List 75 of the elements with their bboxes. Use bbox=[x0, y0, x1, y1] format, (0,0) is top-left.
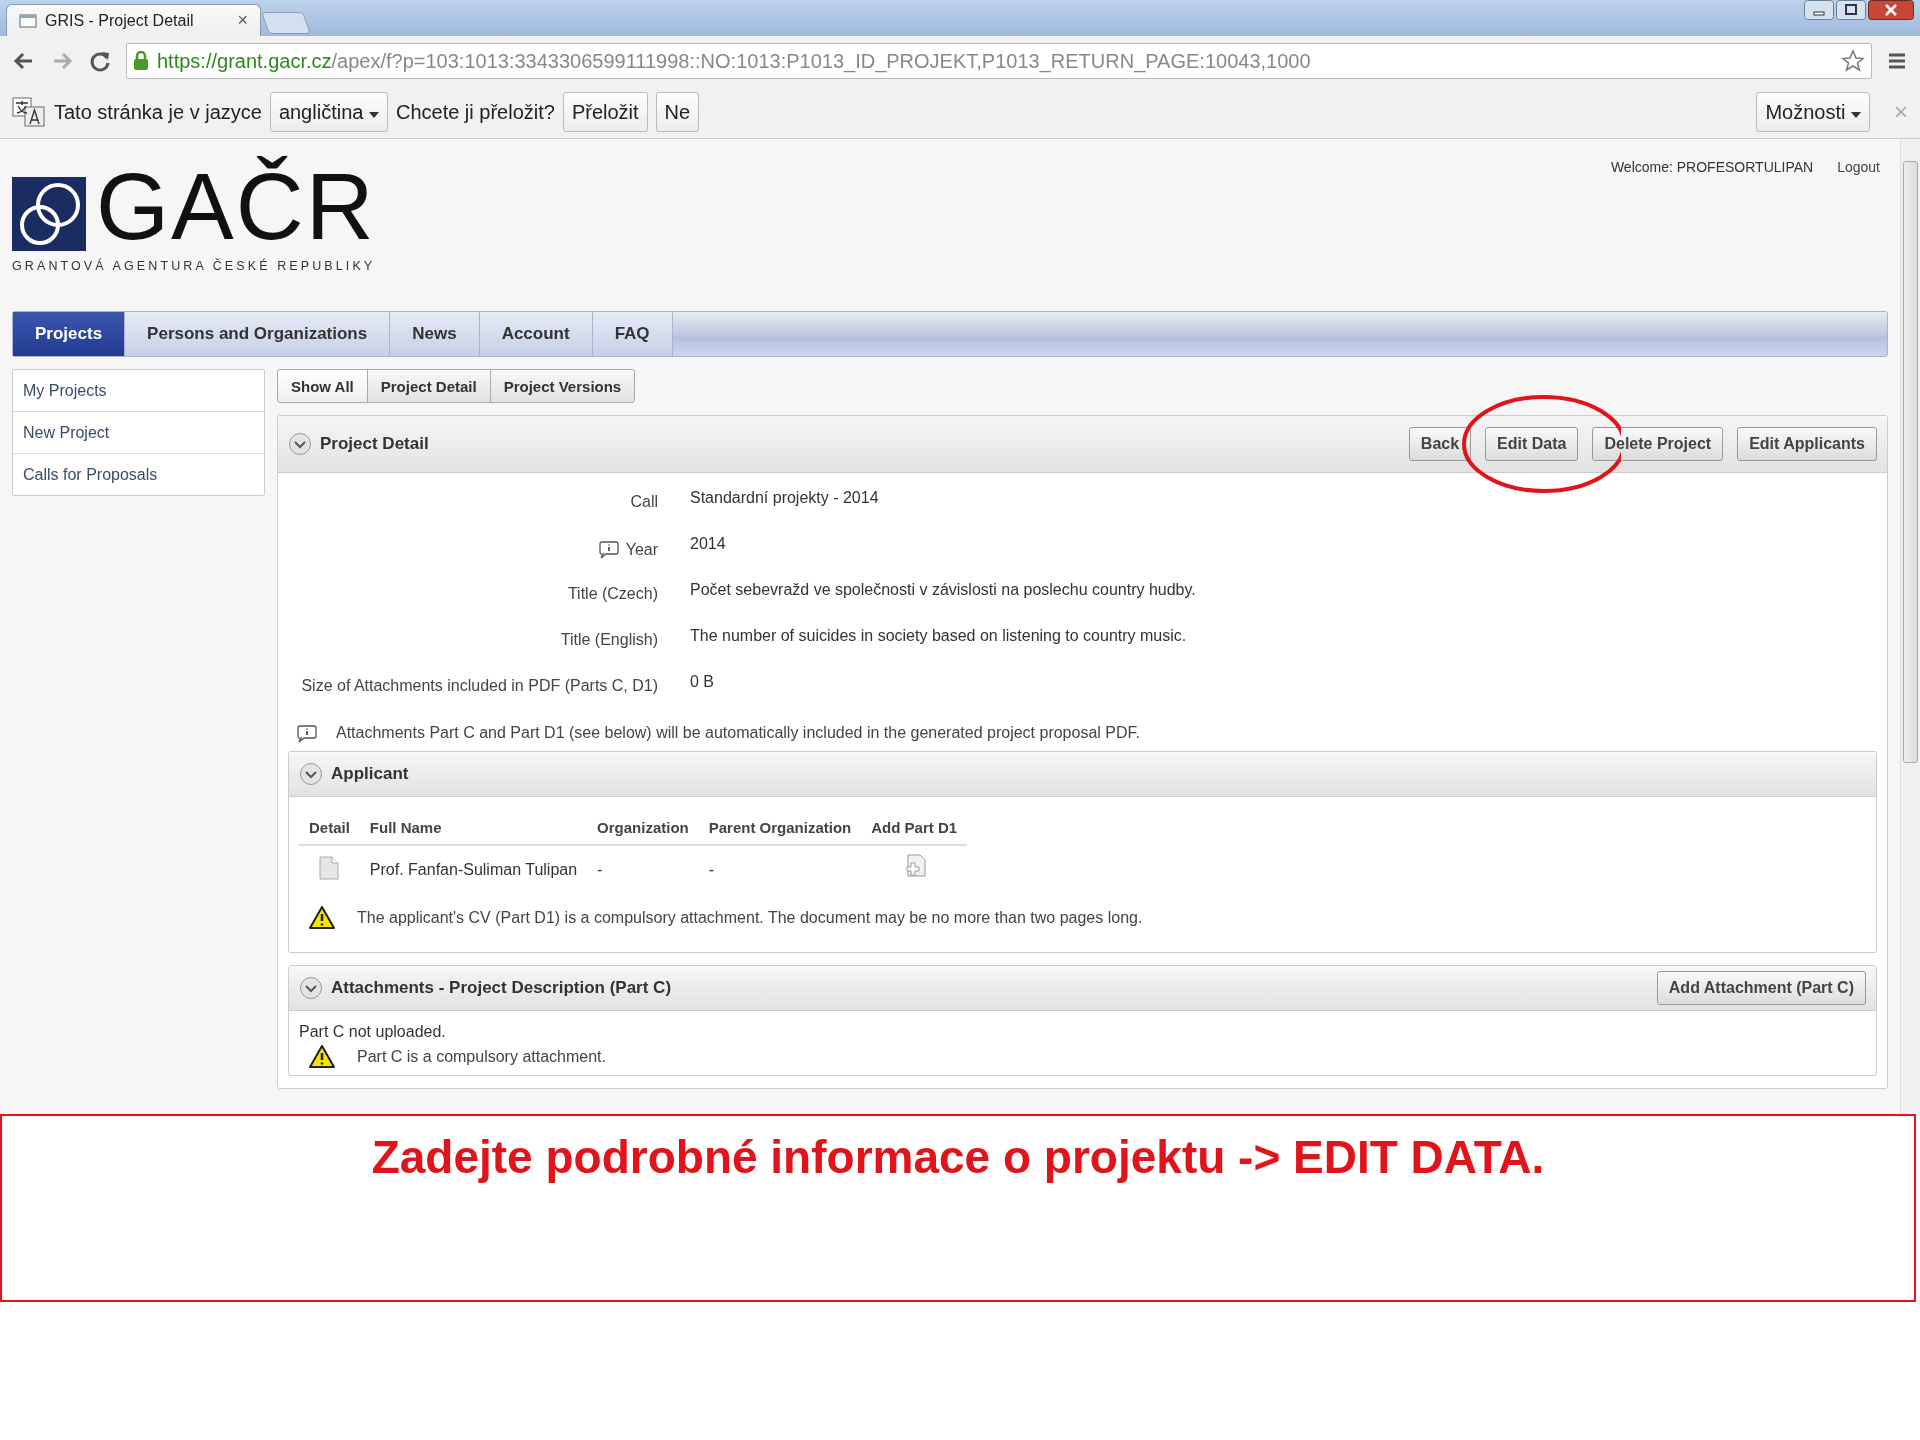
table-cell: - bbox=[587, 845, 699, 894]
field-value: Standardní projekty - 2014 bbox=[690, 488, 879, 507]
language-dropdown[interactable]: angličtina bbox=[269, 92, 388, 132]
field-label: Call bbox=[630, 493, 658, 511]
padlock-icon bbox=[133, 51, 149, 71]
action-button[interactable]: Delete Project bbox=[1592, 427, 1724, 461]
table-cell: - bbox=[698, 845, 862, 894]
url-text: https://grant.gacr.cz/apex/f?p=103:1013:3343306599111998::NO:1013:P1013_ID_PROJEKT,P1013_RETURN_PAGE:10043,1000 bbox=[157, 49, 1312, 73]
page-icon bbox=[19, 13, 37, 28]
nav-tab[interactable]: Persons and Organizations bbox=[125, 312, 391, 356]
action-button[interactable]: Back bbox=[1408, 427, 1472, 461]
field-value: 2014 bbox=[690, 534, 726, 553]
browser-tab[interactable]: GRIS - Project Detail × bbox=[6, 4, 261, 36]
action-button[interactable]: Edit Applicants bbox=[1737, 427, 1877, 461]
field-label: Year bbox=[625, 541, 658, 559]
nav-tab[interactable]: Account bbox=[479, 312, 593, 356]
sub-tab[interactable]: Show All bbox=[277, 369, 368, 403]
field-value: 0 B bbox=[690, 672, 714, 691]
translate-question: Chcete ji přeložit? bbox=[395, 100, 555, 124]
nav-tab[interactable]: Projects bbox=[13, 312, 126, 356]
warning-text: The applicant's CV (Part D1) is a compulsory attachment. The document may be no more than two pages long. bbox=[357, 909, 1143, 927]
maximize-icon[interactable] bbox=[1836, 0, 1866, 20]
panel-title: Project Detail bbox=[320, 434, 429, 454]
status-text: Part C not uploaded. bbox=[299, 1023, 446, 1040]
caret-icon bbox=[1851, 110, 1861, 119]
warning-text: Part C is a compulsory attachment. bbox=[357, 1048, 606, 1066]
info-icon bbox=[296, 723, 318, 743]
field-value: The number of suicides in society based on listening to country music. bbox=[690, 626, 1187, 645]
field-label: Size of Attachments included in PDF (Parts C, D1) bbox=[301, 677, 658, 695]
sub-tab[interactable]: Project Detail bbox=[366, 369, 491, 403]
options-dropdown[interactable]: Možnosti bbox=[1756, 92, 1870, 132]
table-cell: Prof. Fanfan-Suliman Tulipan bbox=[359, 845, 588, 894]
star-icon[interactable] bbox=[1841, 49, 1865, 73]
info-icon[interactable] bbox=[597, 539, 620, 559]
address-field[interactable]: https://grant.gacr.cz/apex/f?p=103:1013:3343306599111998::NO:1013:P1013_ID_PROJEKT,P1013_RETURN_PAGE:10043,1000 bbox=[126, 43, 1872, 79]
warning-icon bbox=[309, 906, 335, 930]
panel-title: Applicant bbox=[331, 764, 409, 784]
column-header: Full Name bbox=[359, 811, 588, 845]
column-header: Add Part D1 bbox=[861, 811, 968, 845]
collapse-icon[interactable] bbox=[299, 762, 323, 786]
column-header: Organization bbox=[587, 811, 699, 845]
translate-bar-button[interactable]: Ne bbox=[655, 92, 700, 132]
sidebar-link[interactable]: Calls for Proposals bbox=[13, 454, 264, 495]
translate-message: Tato stránka je v jazyce bbox=[54, 100, 262, 124]
close-window-icon[interactable] bbox=[1868, 0, 1914, 20]
scroll-thumb[interactable] bbox=[1903, 161, 1918, 763]
field-value: Počet sebevražd ve společnosti v závislosti na poslechu country hudby. bbox=[690, 580, 1196, 599]
welcome-text: Welcome: PROFESORTULIPAN bbox=[1610, 159, 1814, 177]
field-label: Title (Czech) bbox=[567, 585, 658, 603]
sub-tab[interactable]: Project Versions bbox=[489, 369, 636, 403]
tab-title: GRIS - Project Detail bbox=[45, 11, 195, 30]
caret-icon bbox=[368, 110, 379, 119]
panel-title: Attachments - Project Description (Part C) bbox=[331, 978, 672, 998]
collapse-icon[interactable] bbox=[288, 432, 312, 456]
info-note: Attachments Part C and Part D1 (see below) will be automatically included in the generated project proposal PDF. bbox=[336, 724, 1140, 742]
reload-icon[interactable] bbox=[88, 49, 112, 73]
close-tab-button[interactable]: × bbox=[237, 10, 248, 31]
logo-emblem-icon bbox=[12, 177, 86, 251]
nav-tab[interactable]: News bbox=[390, 312, 480, 356]
field-label: Title (English) bbox=[560, 631, 658, 649]
caption-text: Zadejte podrobné informace o projektu -> EDIT DATA. bbox=[371, 1130, 1545, 1185]
column-header: Parent Organization bbox=[698, 811, 862, 845]
scrollbar[interactable] bbox=[1900, 139, 1920, 1114]
action-button[interactable]: Edit Data bbox=[1485, 427, 1579, 461]
translate-bar-button[interactable]: Přeložit bbox=[562, 92, 648, 132]
warning-icon bbox=[309, 1045, 335, 1069]
translate-icon bbox=[12, 97, 46, 127]
agency-logo: GAČR GRANTOVÁ AGENTURA ČESKÉ REPUBLIKY bbox=[12, 153, 376, 275]
logout-link[interactable]: Logout bbox=[1837, 159, 1880, 311]
nav-tab[interactable]: FAQ bbox=[592, 312, 673, 356]
collapse-icon[interactable] bbox=[299, 976, 323, 1000]
column-header: Detail bbox=[299, 811, 360, 845]
sidebar-link[interactable]: My Projects bbox=[13, 370, 264, 412]
sidebar-link[interactable]: New Project bbox=[13, 412, 264, 454]
add-attachment-button[interactable]: Add Attachment (Part C) bbox=[1656, 971, 1866, 1005]
